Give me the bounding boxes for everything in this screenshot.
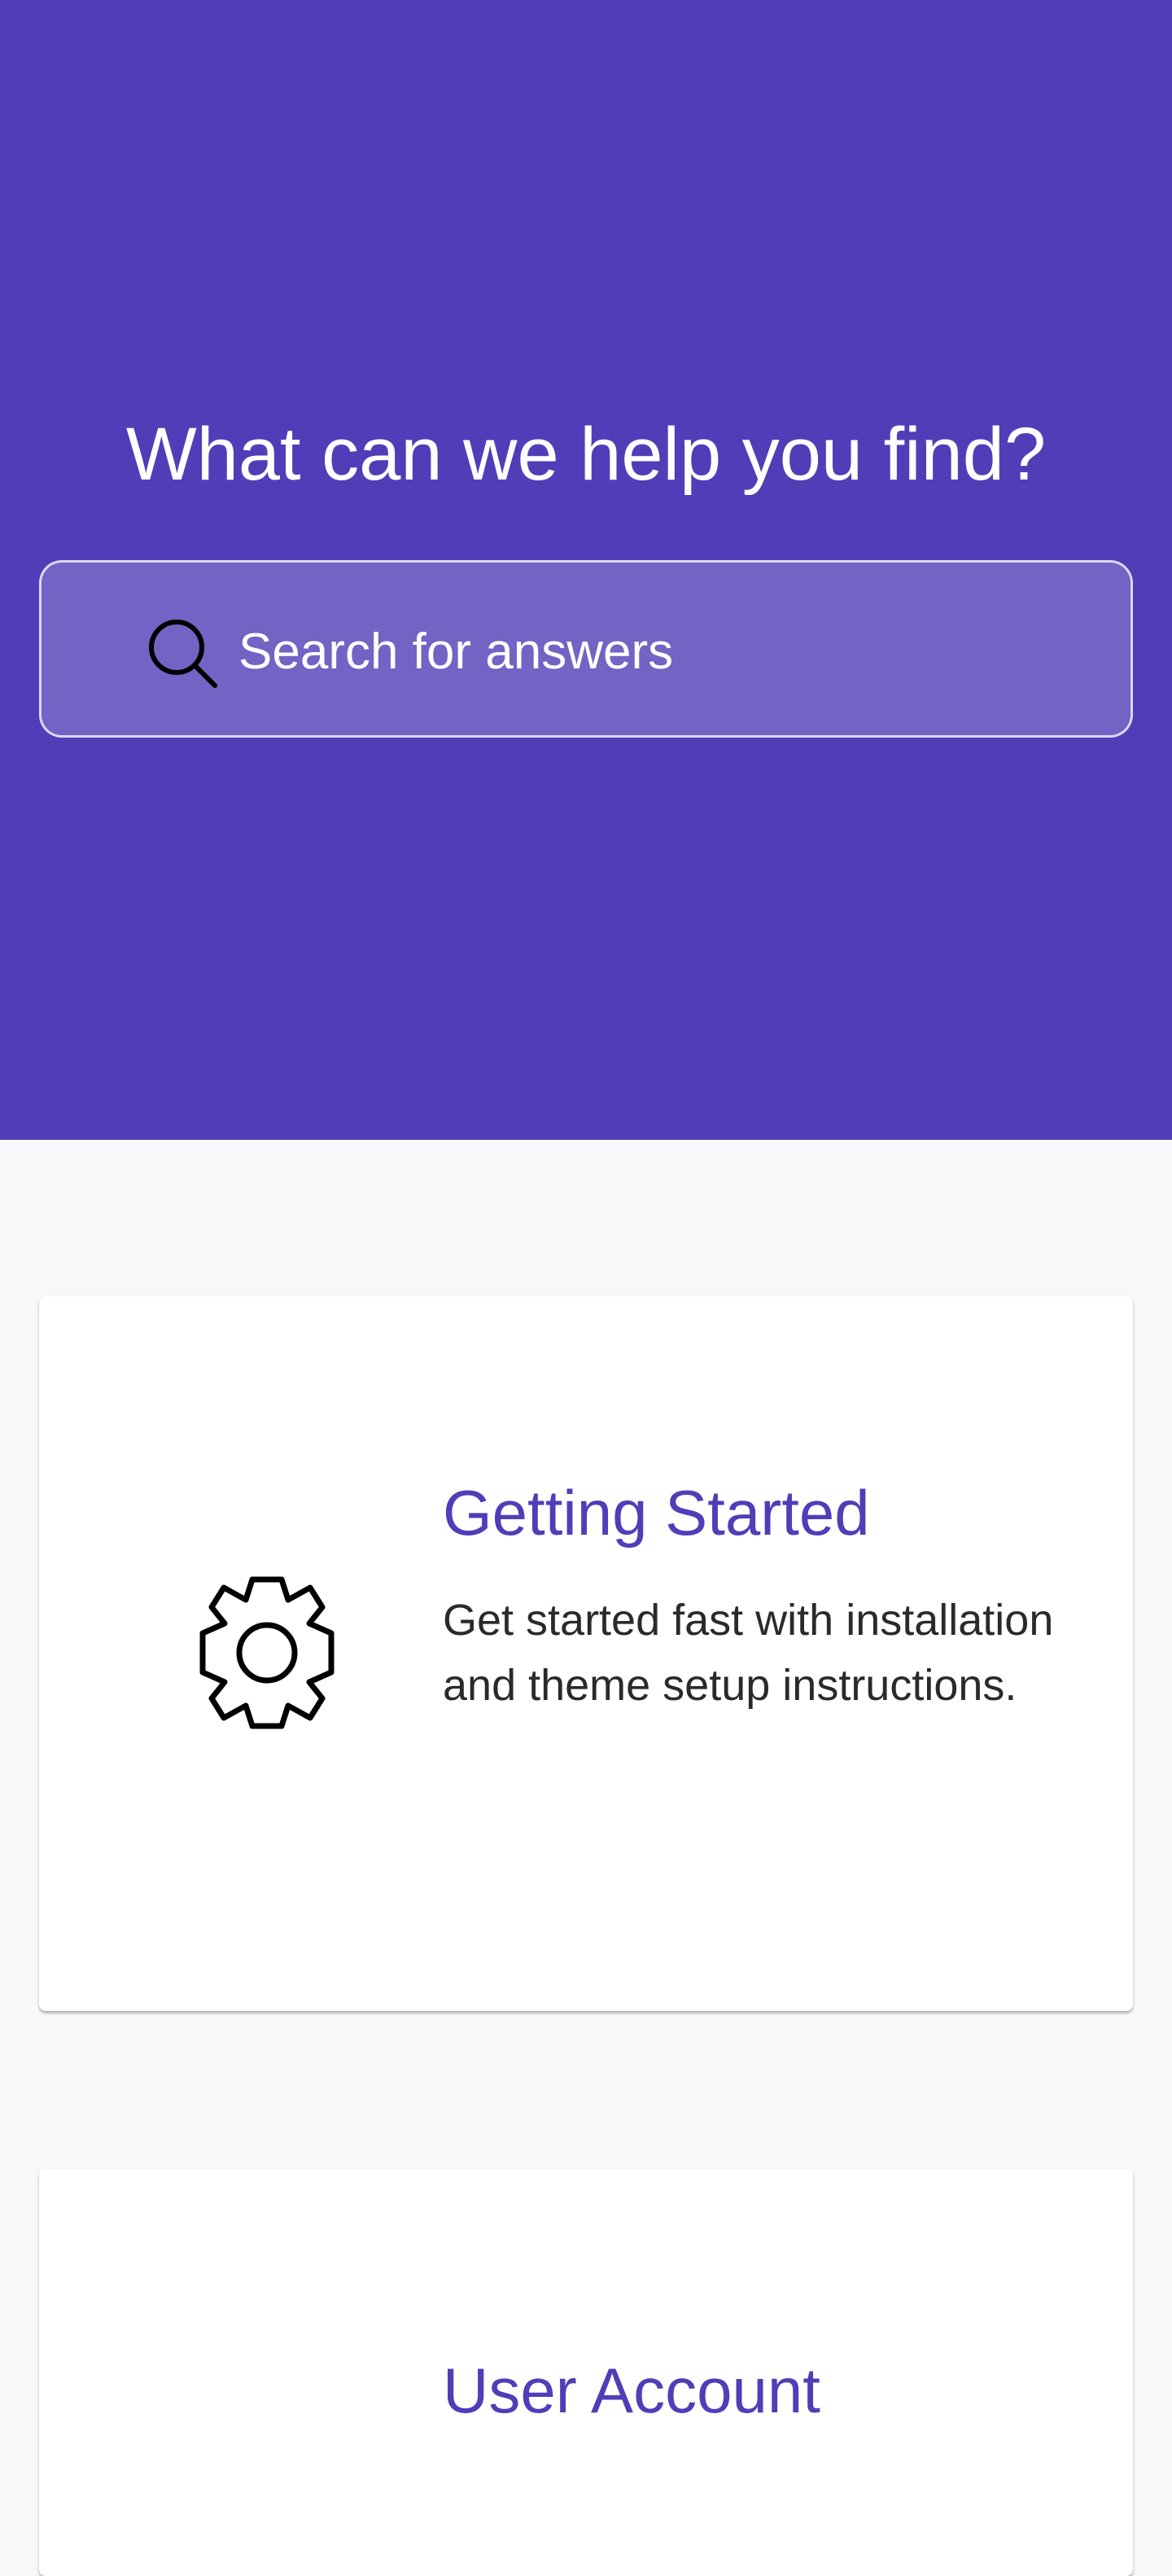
card-getting-started[interactable]: Getting Started Get started fast with in…: [39, 1296, 1133, 2011]
hero-title: What can we help you find?: [125, 413, 1047, 496]
card-title: Getting Started: [443, 1477, 870, 1549]
card-title: User Account: [443, 2355, 820, 2426]
search-input[interactable]: [238, 595, 1101, 708]
search-box[interactable]: [39, 560, 1133, 738]
card-description: Get started fast with installation and t…: [443, 1596, 1054, 1710]
search-icon: [147, 618, 217, 688]
card-user-account[interactable]: User Account: [39, 2169, 1133, 2576]
gear-icon: [186, 1571, 348, 1734]
hero-banner: What can we help you find?: [0, 0, 1172, 1140]
